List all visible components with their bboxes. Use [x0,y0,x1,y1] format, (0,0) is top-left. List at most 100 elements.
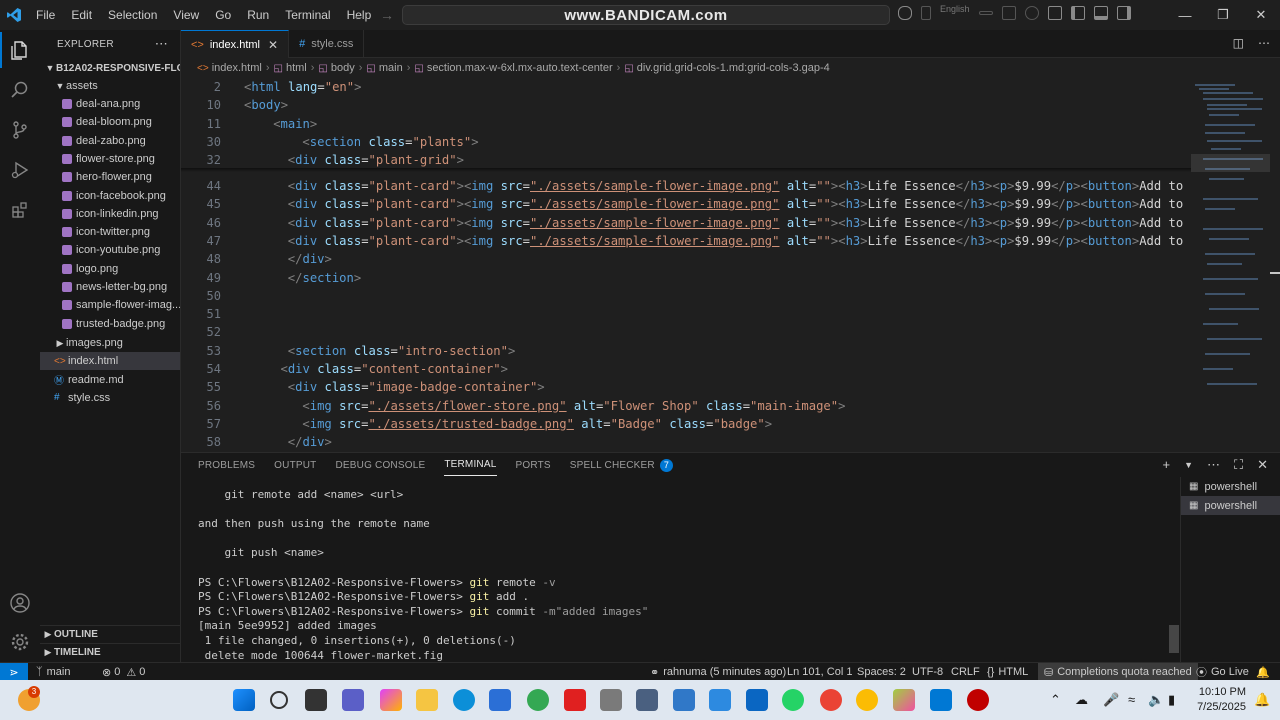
sticky-code-line[interactable]: 10 <body> [181,96,1191,115]
sticky-code-line[interactable]: 32 <div class="plant-grid"> [181,151,1191,170]
new-terminal-icon[interactable]: + [1162,457,1170,473]
terminal-item-powershell[interactable]: ▦ powershell [1181,496,1280,515]
search-icon[interactable] [8,78,32,102]
sticky-code-line[interactable]: 11 <main> [181,114,1191,133]
file-item[interactable]: icon-linkedin.png [40,205,180,223]
task-view-icon[interactable] [305,689,327,711]
more-actions-icon[interactable]: ⋯ [155,36,168,52]
tab-output[interactable]: OUTPUT [274,454,316,476]
close-icon[interactable]: ✕ [268,38,278,52]
chrome-icon[interactable] [527,689,549,711]
file-item[interactable]: # style.css [40,389,180,407]
breadcrumb-item[interactable]: html [286,62,307,74]
minimap[interactable] [1191,78,1270,452]
extensions-icon[interactable] [8,198,32,222]
menu-view[interactable]: View [165,0,207,30]
volume-icon[interactable]: 🔈 [1148,692,1164,708]
menu-run[interactable]: Run [239,0,277,30]
minimize-window-icon[interactable]: — [1166,0,1204,30]
chevron-down-icon[interactable]: ▼ [1184,460,1193,473]
terminal-output[interactable]: git remote add <name> <url> and then push… [181,479,1179,663]
menu-terminal[interactable]: Terminal [277,0,338,30]
store-icon[interactable] [489,689,511,711]
file-item[interactable]: Ⓜreadme.md [40,371,180,389]
start-icon[interactable] [233,689,255,711]
code-line[interactable]: 57 <img src="./assets/trusted-badge.png" … [181,415,1191,433]
tab-spell-checker[interactable]: SPELL CHECKER 7 [570,454,674,476]
branch-indicator[interactable]: ᛉ main [36,663,70,681]
toggle-sidebar-icon[interactable] [1070,6,1085,20]
code-line[interactable]: 49 </section> [181,269,1191,287]
code-line[interactable]: 56 <img src="./assets/flower-store.png" a… [181,397,1191,415]
wifi-icon[interactable]: ≈ [1128,692,1135,707]
app-icon[interactable] [636,689,658,711]
code-line[interactable]: 51 [181,305,1191,323]
code-editor[interactable]: 2 <html lang="en"> 10 <body> 11 <main> 30 <sect… [181,78,1191,452]
file-item[interactable]: hero-flower.png [40,168,180,186]
notifications-bell-icon[interactable]: 🔔 [1256,663,1270,681]
file-item[interactable]: deal-ana.png [40,95,180,113]
code-line[interactable]: 47 <div class="plant-card"><img src="./as… [181,232,1191,250]
file-item[interactable]: <> index.html [40,352,180,371]
acrobat-icon[interactable] [564,689,586,711]
bandicam-icon[interactable] [967,689,989,711]
code-line[interactable]: 52 [181,323,1191,341]
file-item[interactable]: news-letter-bg.png [40,278,180,296]
command-center[interactable]: www.BANDICAM.com [402,5,890,25]
project-root[interactable]: ▼ B12A02-RESPONSIVE-FLO... [40,59,180,77]
language-mode[interactable]: {} HTML [987,663,1028,681]
go-live-button[interactable]: ⦿ Go Live [1196,663,1249,681]
toggle-panel-icon[interactable] [1093,6,1108,20]
chrome-icon[interactable] [856,689,878,711]
terminal-scrollbar[interactable] [1169,625,1179,653]
terminal-item-powershell[interactable]: ▦ powershell [1181,477,1280,496]
tab-style-css[interactable]: # style.css [289,30,365,58]
git-blame[interactable]: ⚭ rahnuma (5 minutes ago) [650,663,786,681]
file-item[interactable]: icon-facebook.png [40,187,180,205]
code-line[interactable]: 53 <section class="intro-section"> [181,342,1191,360]
breadcrumb-item[interactable]: body [331,62,355,74]
menu-selection[interactable]: Selection [100,0,165,30]
tab-terminal[interactable]: TERMINAL [444,454,497,476]
edge-icon[interactable] [453,689,475,711]
chrome-icon[interactable] [820,689,842,711]
chevron-up-icon[interactable]: ⌃ [1050,692,1061,708]
problems-indicator[interactable]: ⊗ 0 ⚠ 0 [102,663,145,681]
file-item[interactable]: logo.png [40,260,180,278]
file-item[interactable]: trusted-badge.png [40,315,180,333]
battery-icon[interactable]: ▮ [1168,692,1175,708]
vscode-taskbar-icon[interactable] [930,689,952,711]
code-line[interactable]: 46 <div class="plant-card"><img src="./as… [181,214,1191,232]
folder-item[interactable]: ▶ images.png [40,334,180,352]
settings-gear-icon[interactable] [8,630,32,654]
forward-arrow-icon[interactable]: → [380,7,394,23]
code-line[interactable]: 58 </div> [181,433,1191,451]
outline-section[interactable]: ▶ OUTLINE [40,625,180,643]
app-icon[interactable] [893,689,915,711]
line-ending[interactable]: CRLF [951,663,980,681]
search-icon[interactable] [270,691,288,709]
back-arrow-icon[interactable]: ← [352,7,366,23]
remote-indicator-icon[interactable]: ⋗ [0,663,28,681]
file-explorer-icon[interactable] [416,689,438,711]
cursor-position[interactable]: Ln 101, Col 1 [787,663,852,681]
encoding[interactable]: UTF-8 [912,663,943,681]
customize-layout-icon[interactable] [1047,6,1062,20]
microphone-icon[interactable]: 🎤 [1103,692,1119,708]
code-line[interactable]: 55 <div class="image-badge-container"> [181,378,1191,396]
file-item[interactable]: sample-flower-imag... [40,296,180,314]
tab-debug-console[interactable]: DEBUG CONSOLE [335,454,425,476]
sticky-code-line[interactable]: 2 <html lang="en"> [181,78,1191,96]
breadcrumb-item[interactable]: div.grid.grid-cols-1.md:grid-cols-3.gap-… [637,62,830,74]
sticky-code-line[interactable]: 30 <section class="plants"> [181,132,1191,151]
menu-go[interactable]: Go [207,0,239,30]
close-panel-icon[interactable]: ✕ [1257,457,1268,473]
maximize-panel-icon[interactable]: ⛶ [1234,457,1243,473]
copilot-app-icon[interactable] [380,689,402,711]
notepad-icon[interactable] [709,689,731,711]
app-icon[interactable] [600,689,622,711]
copilot-quota-status[interactable]: ⛁ Completions quota reached [1038,663,1198,681]
whatsapp-icon[interactable] [782,689,804,711]
cloud-icon[interactable]: ☁ [1075,692,1088,708]
explorer-icon[interactable] [0,32,32,68]
